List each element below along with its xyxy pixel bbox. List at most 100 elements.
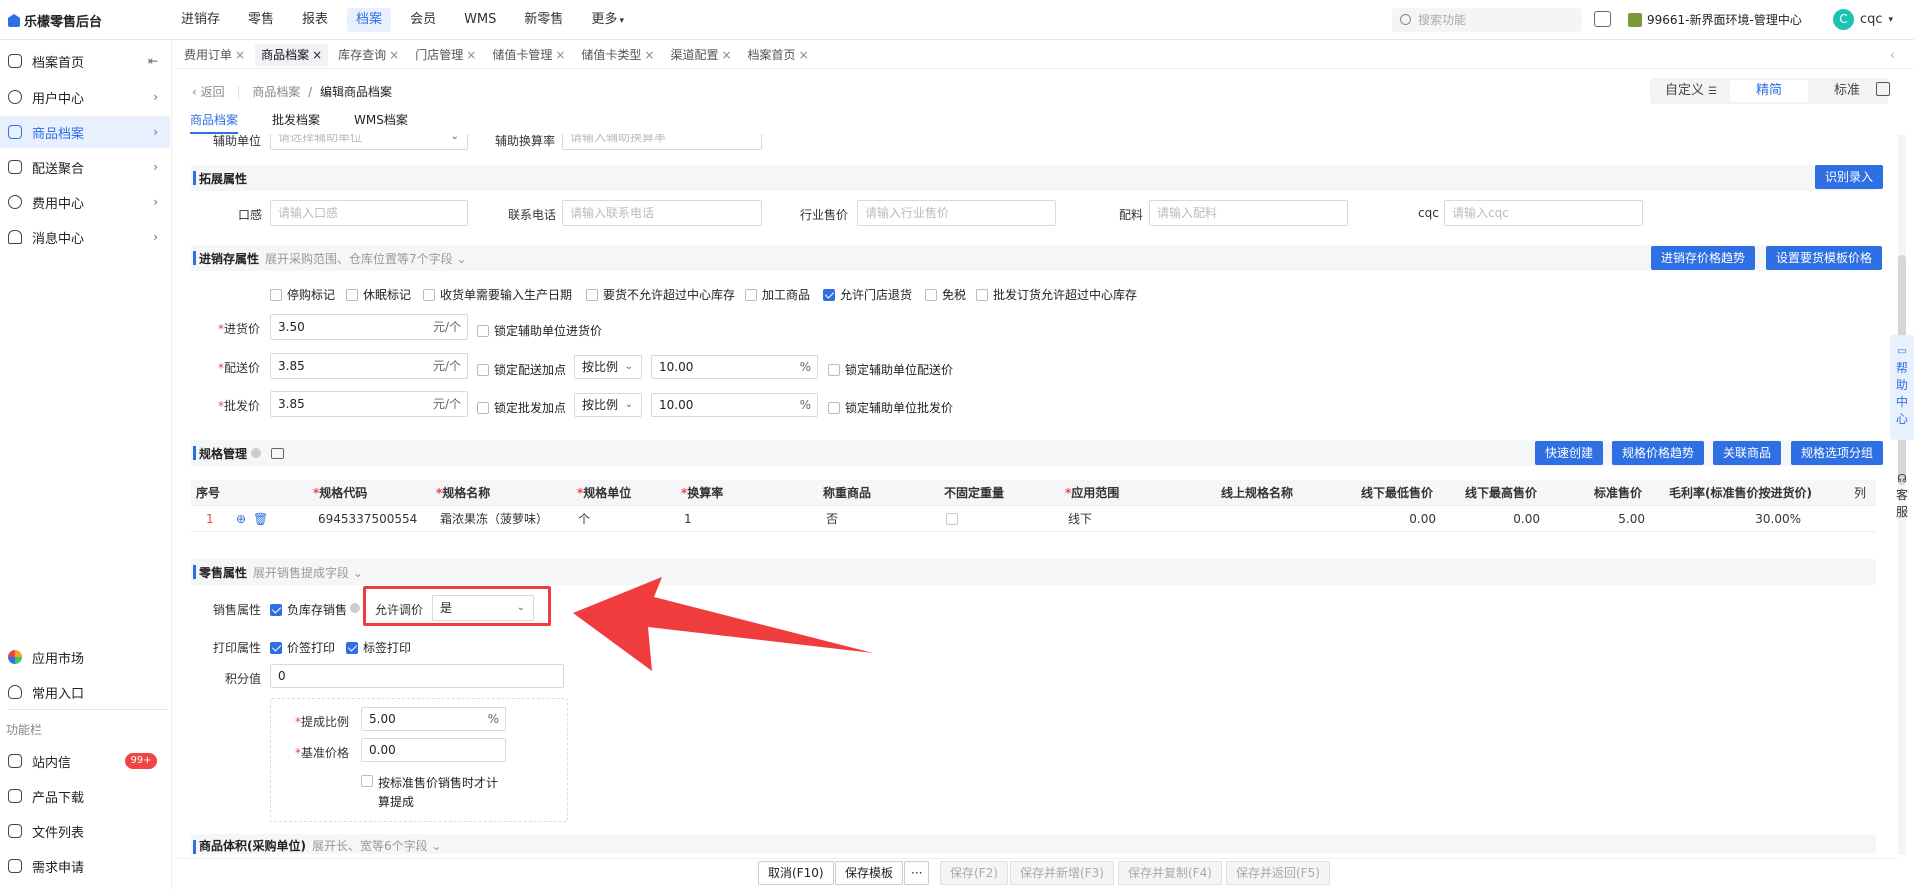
add-row-icon[interactable]: ⊕ (236, 506, 246, 532)
wholesale-exceed-checkbox[interactable]: 批发订货允许超过中心库存 (976, 286, 1137, 303)
subtab-wms[interactable]: WMS档案 (354, 110, 408, 134)
help-center-button[interactable]: ▭ 帮 助 中 心 (1890, 335, 1914, 440)
nav-jxc[interactable]: 进销存 (172, 8, 229, 32)
production-date-checkbox[interactable]: 收货单需要输入生产日期 (423, 286, 572, 303)
close-icon[interactable]: × (799, 48, 809, 62)
cell-name[interactable]: 霜浓果冻（菠萝味） (440, 506, 548, 532)
cell-unit[interactable]: 个 (578, 506, 590, 532)
lock-aux-delivery-checkbox[interactable]: 锁定辅助单位配送价 (828, 361, 953, 378)
nav-report[interactable]: 报表 (293, 8, 337, 32)
sidebar-item-message[interactable]: 消息中心 › (0, 221, 170, 253)
store-selector[interactable]: 99661-新界面环境-管理中心 (1628, 11, 1802, 28)
store-return-checkbox[interactable]: 允许门店退货 (823, 286, 912, 303)
price-trend-button[interactable]: 进销存价格趋势 (1651, 246, 1756, 270)
breadcrumb-parent[interactable]: 商品档案 (252, 85, 300, 99)
lock-aux-purchase-checkbox[interactable]: 锁定辅助单位进货价 (477, 322, 602, 339)
nav-retail[interactable]: 零售 (239, 8, 283, 32)
tab-card-manage[interactable]: 储值卡管理 × (486, 44, 571, 66)
nav-member[interactable]: 会员 (401, 8, 445, 32)
sidebar-item-app-market[interactable]: 应用市场 (0, 641, 170, 673)
save-new-button[interactable]: 保存并新增(F3) (1010, 861, 1114, 885)
sidebar-item-expense[interactable]: 费用中心 › (0, 186, 170, 218)
cqc-input[interactable]: 请输入cqc (1444, 200, 1643, 226)
collapse-icon[interactable]: ⇤ (148, 54, 158, 68)
lock-delivery-markup-checkbox[interactable]: 锁定配送加点 (477, 361, 566, 378)
tab-expense-order[interactable]: 费用订单 × (178, 44, 251, 66)
expand-link[interactable]: 展开销售提成字段 ⌄ (253, 564, 363, 581)
price-tag-print-checkbox[interactable]: 价签打印 (270, 639, 335, 656)
delivery-ratio-input[interactable]: 10.00% (651, 355, 818, 379)
sidebar-item-archive-home[interactable]: 档案首页 ⇤ (0, 45, 170, 77)
ingredient-input[interactable]: 请输入配料 (1149, 200, 1348, 226)
save-copy-button[interactable]: 保存并复制(F4) (1118, 861, 1222, 885)
sidebar-item-user-center[interactable]: 用户中心 › (0, 81, 170, 113)
search-input[interactable]: 搜索功能 (1392, 8, 1582, 32)
printer-icon[interactable] (1594, 11, 1611, 27)
delivery-price-input[interactable]: 3.85 元/个 (270, 353, 468, 379)
expand-link[interactable]: 展开长、宽等6个字段 ⌄ (312, 837, 442, 854)
processed-goods-checkbox[interactable]: 加工商品 (745, 286, 810, 303)
sidebar-item-download[interactable]: 产品下载 (0, 780, 170, 812)
cell-min-price[interactable]: 0.00 (1381, 506, 1436, 532)
tab-channel[interactable]: 渠道配置 × (664, 44, 737, 66)
panel-icon[interactable] (271, 447, 285, 459)
expand-link[interactable]: 展开采购范围、仓库位置等7个字段 ⌄ (265, 250, 467, 267)
tab-stock-query[interactable]: 库存查询 × (332, 44, 405, 66)
nav-archive[interactable]: 档案 (347, 8, 392, 32)
delete-row-icon[interactable]: 🗑 (253, 506, 268, 532)
tab-store-manage[interactable]: 门店管理 × (409, 44, 482, 66)
sidebar-item-favorites[interactable]: 常用入口 (0, 676, 170, 708)
back-link[interactable]: ‹ 返回 (192, 85, 225, 99)
subtab-goods[interactable]: 商品档案 (190, 110, 239, 134)
aux-rate-input[interactable]: 请输入辅助换算率 (562, 134, 762, 150)
user-menu[interactable]: C cqc ▾ (1833, 9, 1893, 30)
sidebar-item-delivery[interactable]: 配送聚合 › (0, 151, 170, 183)
cell-weigh[interactable]: 否 (826, 506, 838, 532)
close-icon[interactable]: × (644, 48, 654, 62)
close-icon[interactable]: × (721, 48, 731, 62)
recognize-button[interactable]: 识别录入 (1815, 165, 1884, 189)
wholesale-ratio-input[interactable]: 10.00% (651, 393, 818, 417)
cell-max-price[interactable]: 0.00 (1485, 506, 1540, 532)
save-back-button[interactable]: 保存并返回(F5) (1226, 861, 1330, 885)
customer-service-button[interactable]: ☊ 客 服 (1890, 470, 1914, 530)
delivery-mode-select[interactable]: 按比例 ⌄ (574, 355, 642, 379)
tab-scroll-icon[interactable]: ‹ (1890, 48, 1895, 62)
label-print-checkbox[interactable]: 标签打印 (346, 639, 411, 656)
more-button[interactable]: ··· (904, 861, 930, 885)
template-price-button[interactable]: 设置要货模板价格 (1766, 246, 1883, 270)
lock-wholesale-markup-checkbox[interactable]: 锁定批发加点 (477, 399, 566, 416)
negative-stock-checkbox[interactable]: 负库存销售 (270, 601, 347, 618)
mode-custom[interactable]: 自定义 ☰ (1652, 80, 1730, 102)
nav-new-retail[interactable]: 新零售 (515, 8, 572, 32)
subtab-wholesale[interactable]: 批发档案 (272, 110, 320, 134)
aux-unit-select[interactable]: 请选择辅助单位 ⌄ (270, 134, 468, 150)
cell-std-price[interactable]: 5.00 (1590, 506, 1645, 532)
close-icon[interactable]: × (389, 48, 399, 62)
tab-archive-home[interactable]: 档案首页 × (742, 44, 815, 66)
sidebar-item-goods-archive[interactable]: 商品档案 › (0, 116, 170, 148)
nav-wms[interactable]: WMS (455, 8, 505, 32)
wholesale-mode-select[interactable]: 按比例 ⌄ (574, 393, 642, 417)
cell-nonfixed-checkbox[interactable] (946, 513, 958, 525)
close-icon[interactable]: × (555, 48, 565, 62)
tab-goods-archive[interactable]: 商品档案 × (255, 43, 329, 66)
app-logo[interactable]: 乐檬零售后台 (8, 11, 102, 30)
tax-free-checkbox[interactable]: 免税 (925, 286, 966, 303)
cell-rate[interactable]: 1 (684, 506, 692, 532)
cancel-button[interactable]: 取消(F10) (758, 861, 834, 885)
nav-more[interactable]: 更多 ▾ (582, 8, 633, 32)
spec-group-button[interactable]: 规格选项分组 (1791, 441, 1884, 465)
quick-create-button[interactable]: 快速创建 (1535, 441, 1604, 465)
points-input[interactable]: 0 (270, 664, 564, 688)
close-icon[interactable]: × (312, 48, 322, 62)
industry-price-input[interactable]: 请输入行业售价 (857, 200, 1056, 226)
purchase-price-input[interactable]: 3.50 元/个 (270, 314, 468, 340)
link-goods-button[interactable]: 关联商品 (1713, 441, 1782, 465)
save-button[interactable]: 保存(F2) (940, 861, 1008, 885)
spec-trend-button[interactable]: 规格价格趋势 (1612, 441, 1705, 465)
sidebar-item-request[interactable]: 需求申请 (0, 850, 170, 882)
stop-purchase-checkbox[interactable]: 停购标记 (270, 286, 335, 303)
sidebar-item-files[interactable]: 文件列表 (0, 815, 170, 847)
cell-scope[interactable]: 线下 (1068, 506, 1092, 532)
